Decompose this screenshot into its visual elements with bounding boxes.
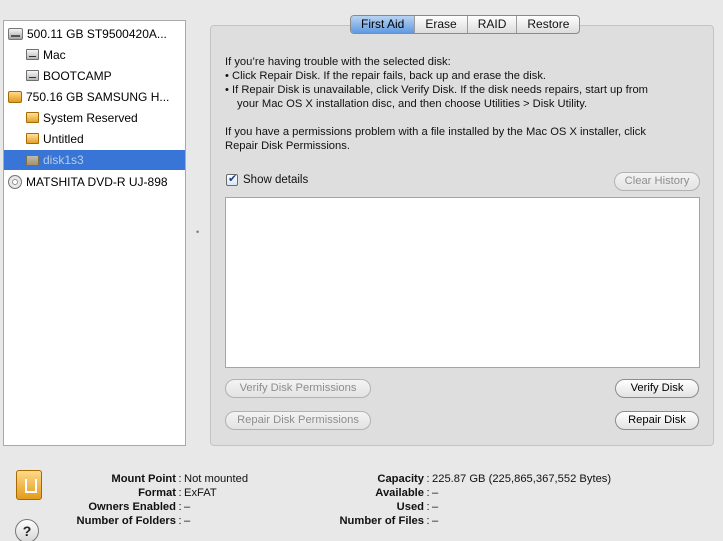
first-aid-panel: If you’re having trouble with the select… <box>210 25 714 446</box>
capacity-value: 225.87 GB (225,865,367,552 Bytes) <box>432 473 612 485</box>
disk-list-sidebar[interactable]: 500.11 GB ST9500420A... Mac BOOTCAMP 750… <box>3 20 186 446</box>
verify-disk-permissions-button[interactable]: Verify Disk Permissions <box>225 379 371 398</box>
instructions-intro: If you’re having trouble with the select… <box>225 56 451 68</box>
instructions-bullet-repair: • Click Repair Disk. If the repair fails… <box>225 70 547 82</box>
verify-disk-button[interactable]: Verify Disk <box>615 379 699 398</box>
info-capacity: Capacity : 225.87 GB (225,865,367,552 By… <box>320 472 611 486</box>
number-of-folders-value: – <box>184 515 191 527</box>
internal-disk-icon <box>8 27 23 40</box>
dvd-drive-icon <box>8 174 22 189</box>
info-colon: : <box>178 515 182 527</box>
sidebar-item-untitled-volume[interactable]: Untitled <box>4 128 185 149</box>
clear-history-button[interactable]: Clear History <box>614 172 700 191</box>
instructions-bullet-verify-cont: your Mac OS X installation disc, and the… <box>237 98 588 110</box>
tab-restore[interactable]: Restore <box>517 16 579 33</box>
info-colon: : <box>426 487 430 499</box>
sidebar-item-label: 750.16 GB SAMSUNG H... <box>26 89 170 104</box>
sidebar-item-samsung-disk[interactable]: 750.16 GB SAMSUNG H... <box>4 86 185 107</box>
info-owners-enabled: Owners Enabled : – <box>60 500 190 514</box>
info-colon: : <box>426 515 430 527</box>
number-of-files-key: Number of Files <box>339 515 424 527</box>
info-used: Used : – <box>320 500 439 514</box>
used-key: Used <box>396 501 424 513</box>
tab-raid[interactable]: RAID <box>468 16 518 33</box>
sidebar-item-label: MATSHITA DVD-R UJ-898 <box>26 174 168 189</box>
instructions-permissions: If you have a permissions problem with a… <box>225 126 646 138</box>
sidebar-item-label: System Reserved <box>43 110 138 125</box>
sidebar-item-mac-volume[interactable]: Mac <box>4 44 185 65</box>
sidebar-item-label: Mac <box>43 47 66 62</box>
repair-disk-permissions-button[interactable]: Repair Disk Permissions <box>225 411 371 430</box>
sidebar-item-bootcamp-volume[interactable]: BOOTCAMP <box>4 65 185 86</box>
sidebar-item-label: disk1s3 <box>43 153 84 167</box>
volume-icon <box>26 70 39 81</box>
number-of-files-value: – <box>432 515 439 527</box>
selected-disk-icon <box>16 470 42 500</box>
sidebar-item-st9500420a-disk[interactable]: 500.11 GB ST9500420A... <box>4 23 185 44</box>
splitter-handle[interactable]: • <box>196 228 200 237</box>
external-volume-icon <box>26 133 39 144</box>
tab-erase[interactable]: Erase <box>415 16 468 33</box>
info-number-of-files: Number of Files : – <box>320 514 438 528</box>
info-format: Format : ExFAT <box>60 486 217 500</box>
sidebar-item-label: Untitled <box>43 131 84 146</box>
show-details-checkbox[interactable] <box>226 172 238 186</box>
sidebar-item-system-reserved-volume[interactable]: System Reserved <box>4 107 185 128</box>
info-colon: : <box>426 501 430 513</box>
format-value: ExFAT <box>184 487 217 499</box>
info-mount-point: Mount Point : Not mounted <box>60 472 248 486</box>
sidebar-item-label: 500.11 GB ST9500420A... <box>27 26 167 41</box>
external-disk-icon <box>8 90 22 103</box>
mount-point-value: Not mounted <box>184 473 249 485</box>
instructions-permissions-cont: Repair Disk Permissions. <box>225 140 350 152</box>
tab-first-aid[interactable]: First Aid <box>351 16 416 33</box>
show-details-option[interactable]: Show details <box>226 172 309 186</box>
info-colon: : <box>178 487 182 499</box>
available-value: – <box>432 487 439 499</box>
details-log-area[interactable] <box>225 197 700 368</box>
capacity-key: Capacity <box>377 473 424 485</box>
info-colon: : <box>178 473 182 485</box>
external-volume-icon <box>26 112 39 123</box>
sidebar-item-dvd-drive[interactable]: MATSHITA DVD-R UJ-898 <box>4 171 185 192</box>
show-details-label: Show details <box>243 174 309 186</box>
format-key: Format <box>138 487 176 499</box>
number-of-folders-key: Number of Folders <box>76 515 176 527</box>
instructions-bullet-verify: • If Repair Disk is unavailable, click V… <box>225 84 648 96</box>
info-colon: : <box>426 473 430 485</box>
external-volume-icon <box>26 154 39 166</box>
volume-icon <box>26 49 39 60</box>
owners-enabled-value: – <box>184 501 191 513</box>
help-button[interactable]: ? <box>15 519 39 541</box>
sidebar-item-disk1s3-volume[interactable]: disk1s3 <box>4 150 185 170</box>
info-colon: : <box>178 501 182 513</box>
info-number-of-folders: Number of Folders : – <box>60 514 191 528</box>
used-value: – <box>432 501 439 513</box>
sidebar-item-label: BOOTCAMP <box>43 68 112 83</box>
repair-disk-button[interactable]: Repair Disk <box>615 411 699 430</box>
tab-bar: First Aid Erase RAID Restore <box>350 15 581 34</box>
info-available: Available : – <box>320 486 438 500</box>
available-key: Available <box>375 487 424 499</box>
mount-point-key: Mount Point <box>111 473 176 485</box>
owners-enabled-key: Owners Enabled <box>88 501 176 513</box>
